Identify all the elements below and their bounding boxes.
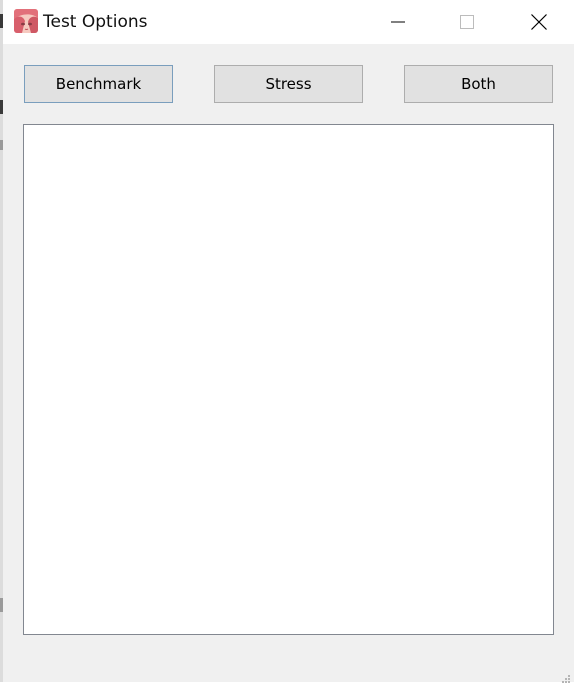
- both-button[interactable]: Both: [404, 65, 553, 103]
- minimize-button[interactable]: [375, 0, 421, 44]
- close-icon: [531, 14, 547, 30]
- output-panel[interactable]: [23, 124, 554, 635]
- close-button[interactable]: [516, 0, 562, 44]
- title-bar[interactable]: Test Options: [3, 0, 574, 44]
- maximize-button[interactable]: [444, 0, 490, 44]
- background-window-edge: [0, 0, 3, 682]
- resize-grip-icon[interactable]: [561, 669, 571, 683]
- benchmark-button[interactable]: Benchmark: [24, 65, 173, 103]
- window-title: Test Options: [43, 12, 148, 32]
- minimize-icon: [391, 21, 405, 23]
- maximize-icon: [460, 15, 474, 29]
- stress-button[interactable]: Stress: [214, 65, 363, 103]
- test-options-window: Test Options Benchmark Stress Both: [0, 0, 574, 683]
- app-icon: [14, 9, 38, 33]
